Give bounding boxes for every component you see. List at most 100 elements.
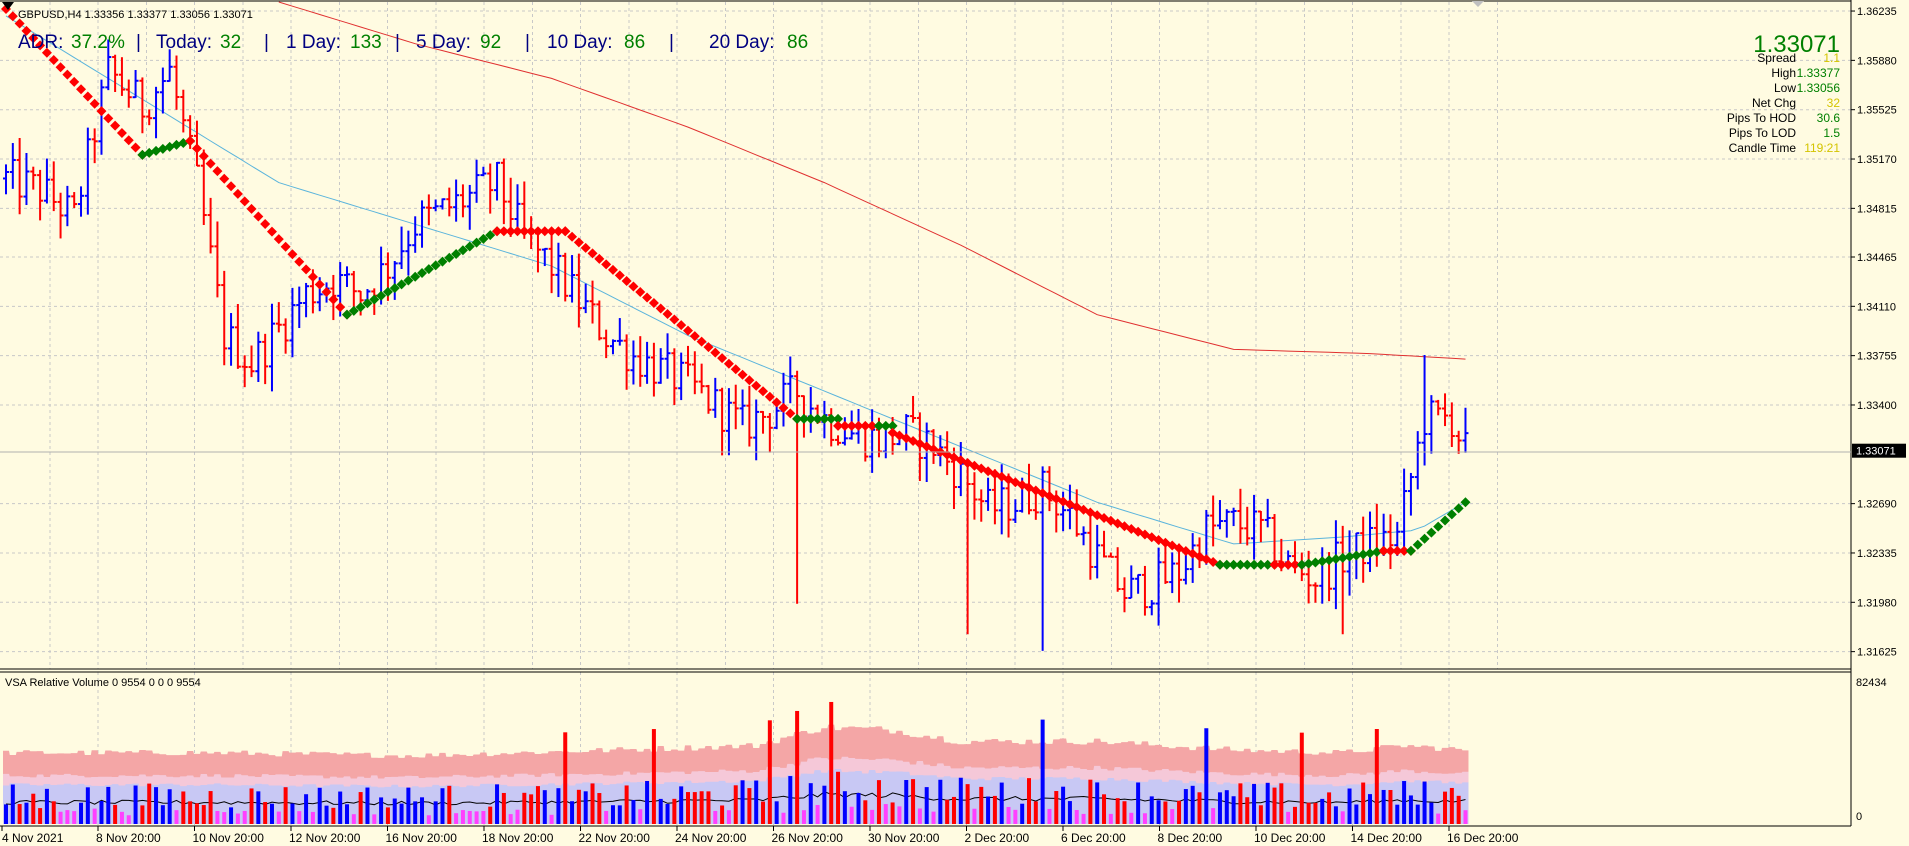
- volume-bar: [85, 787, 90, 824]
- volume-bar: [263, 802, 268, 824]
- volume-bar: [420, 797, 425, 824]
- volume-bar: [385, 807, 390, 824]
- volume-bar: [1183, 789, 1188, 824]
- volume-bar: [501, 792, 506, 824]
- info-value: 1.1: [1823, 51, 1840, 65]
- volume-bar: [467, 810, 472, 824]
- volume-bar: [679, 786, 684, 824]
- volume-bar: [249, 788, 254, 824]
- volume-bar: [863, 800, 868, 824]
- volume-bar: [1333, 806, 1338, 824]
- volume-bar: [570, 801, 575, 824]
- volume-bar: [1047, 808, 1052, 824]
- volume-bar: [440, 788, 445, 824]
- today-value: 32: [220, 32, 241, 53]
- x-tick-label: 26 Nov 20:00: [772, 831, 844, 845]
- volume-bar: [1395, 804, 1400, 824]
- volume-bar: [699, 791, 704, 824]
- volume-bar: [1429, 802, 1434, 824]
- volume-bar: [119, 811, 124, 824]
- volume-bar: [972, 808, 977, 824]
- volume-bar: [92, 808, 97, 824]
- volume-bar: [870, 809, 875, 824]
- info-value: 32: [1827, 96, 1841, 110]
- separator: |: [264, 32, 269, 53]
- volume-bar: [842, 791, 847, 824]
- y-tick-label: 1.35170: [1857, 154, 1897, 166]
- volume-bar: [1306, 802, 1311, 824]
- volume-bar: [938, 779, 943, 824]
- volume-bar: [188, 801, 193, 824]
- volume-bar: [1163, 801, 1168, 824]
- volume-bar: [515, 809, 520, 824]
- volume-bar: [290, 803, 295, 824]
- volume-bar: [1177, 800, 1182, 824]
- volume-bar: [999, 782, 1004, 824]
- volume-bar: [883, 804, 888, 824]
- volume-bar: [1224, 790, 1229, 824]
- day20-label: 20 Day:: [709, 32, 774, 53]
- volume-bar: [1061, 786, 1066, 824]
- volume-bar: [610, 805, 615, 824]
- volume-bar: [1006, 806, 1011, 824]
- y-tick-label: 1.33400: [1857, 400, 1897, 412]
- volume-bar: [99, 800, 104, 824]
- volume-bar: [1320, 798, 1325, 824]
- volume-bar: [1347, 788, 1352, 824]
- volume-bar: [986, 796, 991, 824]
- volume-bar: [917, 808, 922, 824]
- volume-bar: [24, 802, 29, 824]
- volume-bar: [1197, 792, 1202, 824]
- volume-axis-max: 82434: [1856, 677, 1887, 689]
- volume-bar: [651, 729, 656, 824]
- y-tick-label: 1.33755: [1857, 351, 1897, 363]
- volume-bar: [836, 771, 841, 824]
- volume-bar: [317, 787, 322, 824]
- volume-bar: [1299, 732, 1304, 824]
- volume-bar: [1149, 796, 1154, 824]
- y-tick-label: 1.34110: [1857, 301, 1896, 313]
- volume-bar: [1067, 801, 1072, 824]
- volume-bar: [924, 787, 929, 824]
- volume-bar: [481, 810, 486, 824]
- today-label: Today:: [156, 32, 212, 53]
- info-label: Candle Time: [1729, 141, 1797, 155]
- volume-bar: [331, 807, 336, 824]
- x-tick-label: 30 Nov 20:00: [868, 831, 940, 845]
- volume-bar: [726, 810, 731, 824]
- volume-bar: [1422, 781, 1427, 824]
- volume-bar: [542, 790, 547, 824]
- volume-bar: [904, 780, 909, 824]
- volume-bar: [992, 795, 997, 824]
- volume-bar: [406, 787, 411, 824]
- volume-bar: [1327, 792, 1332, 824]
- volume-bar: [447, 785, 452, 824]
- volume-bar: [1354, 804, 1359, 824]
- volume-bar: [1286, 811, 1291, 824]
- volume-bar: [488, 806, 493, 824]
- volume-bar: [474, 811, 479, 824]
- x-tick-label: 22 Nov 20:00: [579, 831, 651, 845]
- volume-bar: [508, 814, 513, 824]
- day1-value: 133: [350, 32, 382, 53]
- info-label: High: [1771, 66, 1796, 80]
- volume-bar: [686, 792, 690, 824]
- volume-bar: [829, 701, 834, 824]
- separator: |: [669, 32, 674, 53]
- adr-label: ADR:: [18, 32, 63, 53]
- volume-bar: [590, 783, 595, 824]
- volume-bar: [556, 788, 561, 824]
- volume-bar: [1088, 779, 1093, 824]
- info-value: 30.6: [1817, 111, 1841, 125]
- volume-bar: [1013, 809, 1018, 824]
- volume-bar: [10, 784, 15, 824]
- volume-bar: [1054, 791, 1059, 824]
- y-tick-label: 1.31980: [1857, 597, 1897, 609]
- volume-bar: [583, 791, 588, 824]
- volume-axis-min: 0: [1856, 811, 1862, 823]
- price-chart[interactable]: 1.36235 1.35880 1.35525 1.35170 1.34815 1.344…: [0, 0, 1909, 846]
- y-tick-label: 1.34815: [1857, 203, 1897, 215]
- separator: |: [525, 32, 530, 53]
- volume-bar: [672, 798, 677, 824]
- x-tick-label: 12 Nov 20:00: [289, 831, 361, 845]
